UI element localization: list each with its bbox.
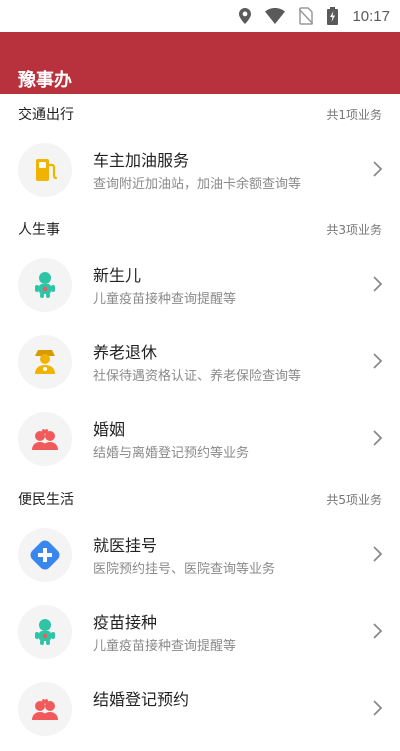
- item-subtitle: 查询附近加油站，加油卡余额查询等: [93, 177, 302, 192]
- item-title: 婚姻: [93, 420, 126, 439]
- item-subtitle: 儿童疫苗接种查询提醒等: [93, 292, 237, 307]
- item-title: 疫苗接种: [93, 613, 158, 632]
- list-item-vaccination[interactable]: 疫苗接种 儿童疫苗接种查询提醒等: [0, 598, 400, 674]
- section-count: 共1项业务: [326, 108, 382, 122]
- couple-icon: [18, 682, 72, 736]
- item-title: 车主加油服务: [93, 151, 190, 170]
- battery-charging-icon: [327, 7, 339, 25]
- wifi-icon: [265, 8, 286, 24]
- status-time: 10:17: [352, 7, 390, 25]
- app-title: 豫事办: [18, 70, 72, 91]
- section-title: 交通出行: [18, 107, 74, 123]
- section-count: 共5项业务: [326, 493, 382, 507]
- status-icons: 10:17: [239, 6, 390, 26]
- item-title: 养老退休: [93, 343, 158, 362]
- list-item-fuel-service[interactable]: 车主加油服务 查询附近加油站，加油卡余额查询等: [0, 136, 400, 212]
- location-icon: [239, 8, 252, 24]
- chevron-right-icon: [373, 161, 383, 177]
- couple-icon: [18, 412, 72, 466]
- chevron-right-icon: [373, 353, 383, 369]
- section-count: 共3项业务: [326, 223, 382, 237]
- chevron-right-icon: [373, 276, 383, 292]
- baby-icon: [18, 258, 72, 312]
- item-subtitle: 儿童疫苗接种查询提醒等: [93, 639, 237, 654]
- section-title: 人生事: [18, 222, 60, 238]
- section-header-convenience: 便民生活 共5项业务: [0, 480, 400, 514]
- item-subtitle: 社保待遇资格认证、养老保险查询等: [93, 369, 302, 384]
- item-subtitle: 结婚与离婚登记预约等业务: [93, 446, 250, 461]
- list-item-retirement[interactable]: 养老退休 社保待遇资格认证、养老保险查询等: [0, 328, 400, 404]
- app-header: 豫事办: [0, 32, 400, 94]
- chevron-right-icon: [373, 700, 383, 716]
- list-item-newborn[interactable]: 新生儿 儿童疫苗接种查询提醒等: [0, 251, 400, 327]
- chevron-right-icon: [373, 430, 383, 446]
- chevron-right-icon: [373, 623, 383, 639]
- list-item-marriage[interactable]: 婚姻 结婚与离婚登记预约等业务: [0, 405, 400, 481]
- item-title: 就医挂号: [93, 536, 158, 555]
- section-title: 便民生活: [18, 492, 74, 508]
- section-header-transport: 交通出行 共1项业务: [0, 95, 400, 129]
- item-subtitle: 医院预约挂号、医院查询等业务: [93, 562, 276, 577]
- status-bar: 10:17: [0, 0, 400, 32]
- item-title: 新生儿: [93, 266, 142, 285]
- list-item-marriage-appointment[interactable]: 结婚登记预约: [0, 675, 400, 751]
- list-item-hospital-registration[interactable]: 就医挂号 医院预约挂号、医院查询等业务: [0, 521, 400, 597]
- fuel-pump-icon: [18, 143, 72, 197]
- medical-cross-icon: [18, 528, 72, 582]
- elderly-icon: [18, 335, 72, 389]
- baby-icon: [18, 605, 72, 659]
- chevron-right-icon: [373, 546, 383, 562]
- item-title: 结婚登记预约: [93, 690, 190, 709]
- section-header-life-events: 人生事 共3项业务: [0, 210, 400, 244]
- no-sim-icon: [299, 7, 314, 25]
